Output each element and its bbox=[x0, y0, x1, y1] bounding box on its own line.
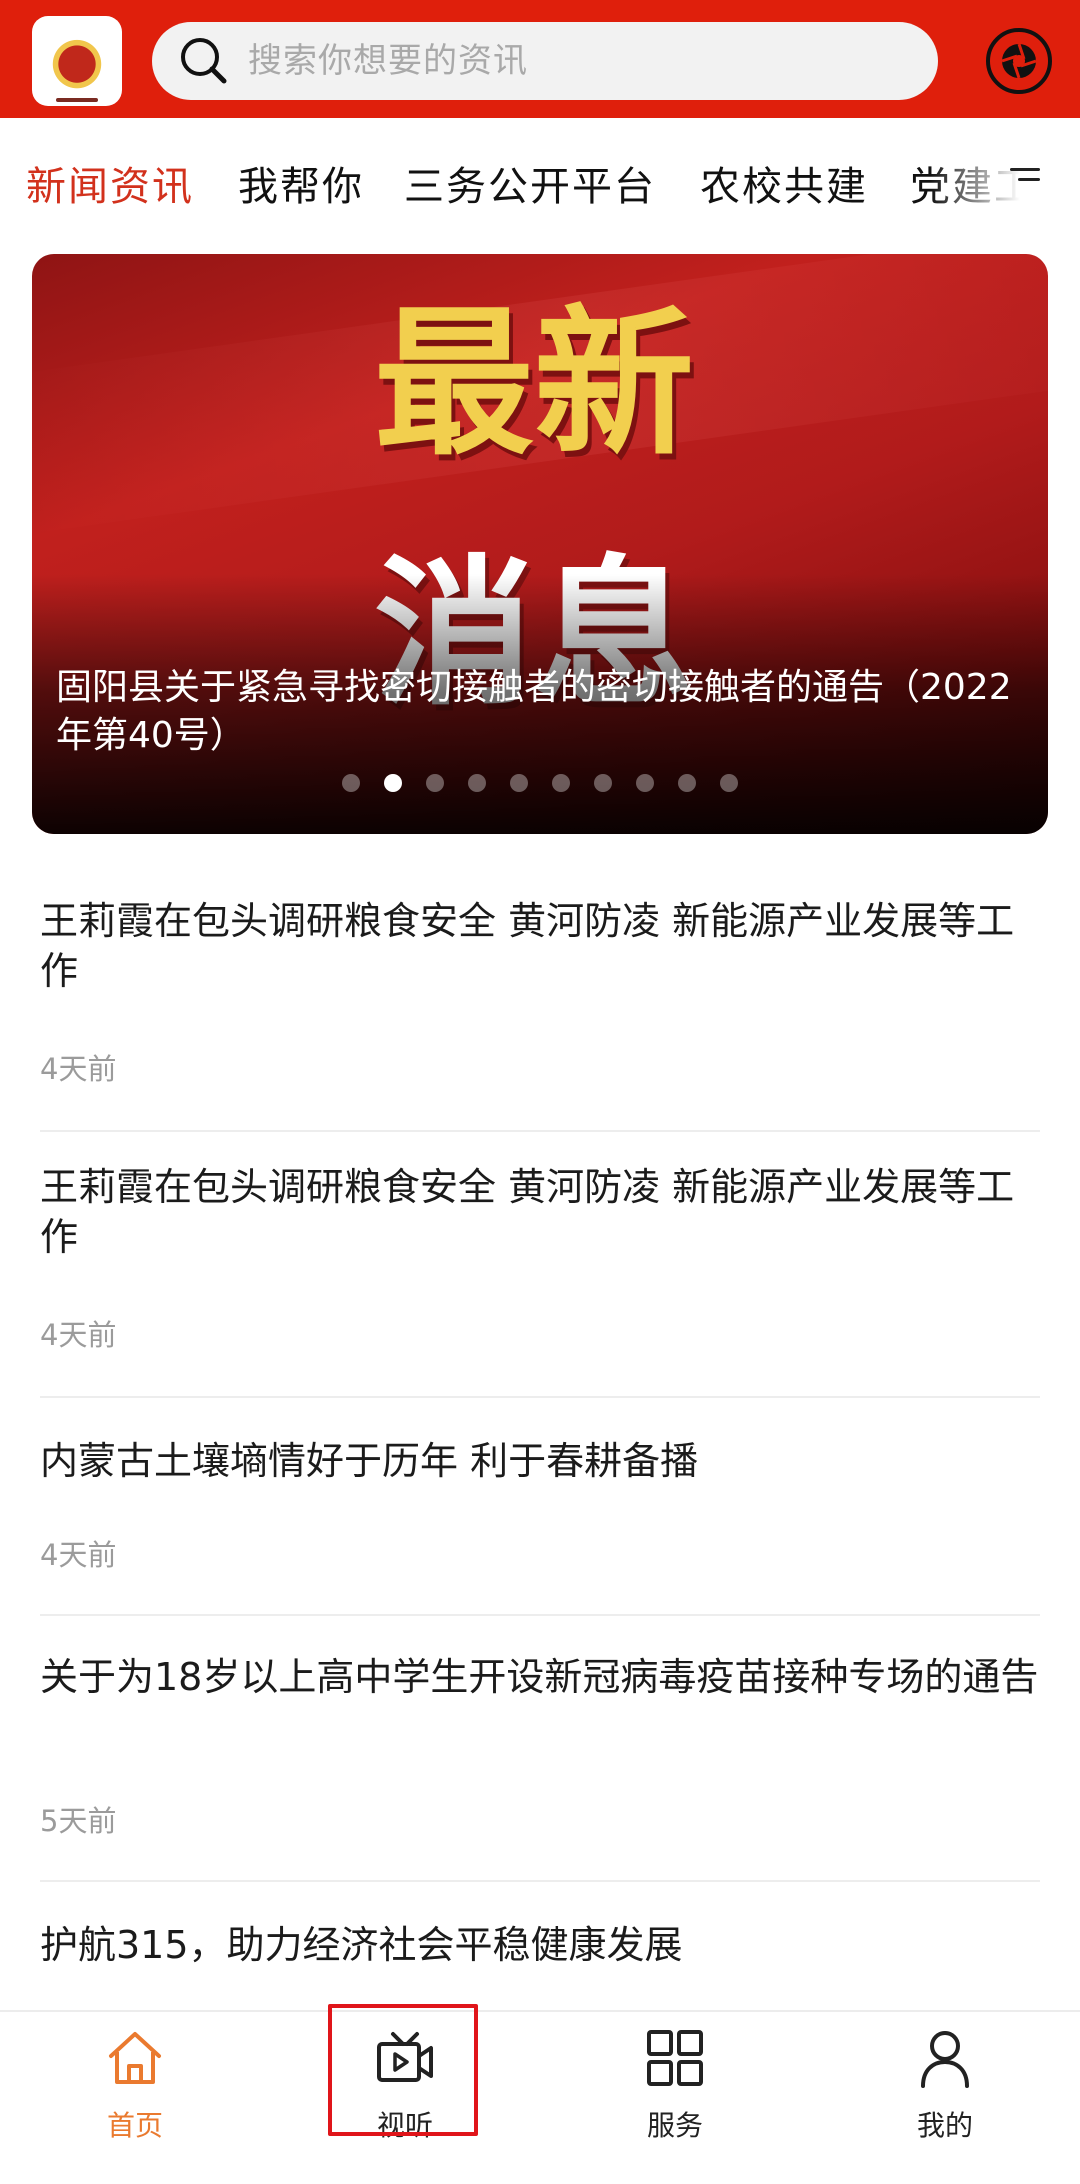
news-title[interactable]: 护航315，助力经济社会平稳健康发展 bbox=[40, 1920, 1040, 1970]
banner-caption[interactable]: 固阳县关于紧急寻找密切接触者的密切接触者的通告（2022年第40号） bbox=[56, 664, 1036, 760]
bottom-navigation: 首页 视听 服务 我的 bbox=[0, 2010, 1080, 2182]
carousel-dot[interactable] bbox=[678, 774, 696, 792]
tab-farm-school[interactable]: 农校共建 bbox=[700, 154, 868, 212]
category-tabs: 新闻资讯 我帮你 三务公开平台 农校共建 党建工 bbox=[0, 118, 1080, 238]
carousel-dot[interactable] bbox=[426, 774, 444, 792]
news-title[interactable]: 王莉霞在包头调研粮食安全 黄河防凌 新能源产业发展等工作 bbox=[40, 1162, 1040, 1262]
banner-headline-top: 最新 bbox=[374, 290, 695, 477]
home-icon bbox=[109, 2032, 161, 2084]
news-title[interactable]: 王莉霞在包头调研粮食安全 黄河防凌 新能源产业发展等工作 bbox=[40, 896, 1040, 996]
nav-audio-video[interactable]: 视听 bbox=[270, 2012, 540, 2184]
carousel-dot[interactable] bbox=[342, 774, 360, 792]
nav-services[interactable]: 服务 bbox=[540, 2012, 810, 2184]
nav-audio-video-label: 视听 bbox=[376, 2109, 433, 2142]
grid-apps-icon bbox=[647, 2030, 703, 2086]
news-title[interactable]: 内蒙古土壤墒情好于历年 利于春耕备播 bbox=[40, 1436, 1040, 1486]
news-time: 4天前 bbox=[40, 1052, 117, 1086]
search-icon bbox=[181, 38, 227, 84]
news-item[interactable]: 王莉霞在包头调研粮食安全 黄河防凌 新能源产业发展等工作 4天前 bbox=[40, 1162, 1040, 1398]
carousel-dot[interactable] bbox=[636, 774, 654, 792]
nav-home[interactable]: 首页 bbox=[0, 2012, 270, 2184]
menu-icon[interactable] bbox=[1010, 168, 1044, 192]
carousel-dot[interactable] bbox=[552, 774, 570, 792]
tab-news[interactable]: 新闻资讯 bbox=[26, 154, 194, 212]
user-icon bbox=[921, 2031, 969, 2088]
tab-public-affairs[interactable]: 三务公开平台 bbox=[404, 154, 656, 212]
carousel-dot[interactable] bbox=[384, 774, 402, 792]
carousel-dot[interactable] bbox=[720, 774, 738, 792]
news-item[interactable]: 王莉霞在包头调研粮食安全 黄河防凌 新能源产业发展等工作 4天前 bbox=[40, 896, 1040, 1132]
tab-help[interactable]: 我帮你 bbox=[238, 154, 364, 212]
news-time: 4天前 bbox=[40, 1538, 117, 1572]
news-item[interactable]: 关于为18岁以上高中学生开设新冠病毒疫苗接种专场的通告 5天前 bbox=[40, 1652, 1040, 1882]
tabs-fade bbox=[930, 118, 1080, 238]
news-item[interactable]: 护航315，助力经济社会平稳健康发展 bbox=[40, 1920, 1040, 2010]
search-bar[interactable]: 搜索你想要的资讯 bbox=[152, 22, 938, 100]
banner-carousel[interactable]: 最新 消息 固阳县关于紧急寻找密切接触者的密切接触者的通告（2022年第40号） bbox=[32, 254, 1048, 834]
news-time: 4天前 bbox=[40, 1318, 117, 1352]
search-input[interactable]: 搜索你想要的资讯 bbox=[248, 22, 528, 100]
app-logo-icon bbox=[46, 30, 108, 102]
news-time: 5天前 bbox=[40, 1804, 117, 1838]
app-header: 搜索你想要的资讯 bbox=[0, 0, 1080, 118]
nav-mine-label: 我的 bbox=[916, 2109, 973, 2142]
nav-mine[interactable]: 我的 bbox=[810, 2012, 1080, 2184]
app-logo[interactable] bbox=[32, 16, 122, 106]
carousel-dot[interactable] bbox=[510, 774, 528, 792]
news-item[interactable]: 内蒙古土壤墒情好于历年 利于春耕备播 4天前 bbox=[40, 1436, 1040, 1616]
camera-aperture-icon[interactable] bbox=[984, 26, 1054, 96]
carousel-dot[interactable] bbox=[594, 774, 612, 792]
carousel-dot[interactable] bbox=[468, 774, 486, 792]
nav-home-label: 首页 bbox=[106, 2109, 163, 2142]
news-title[interactable]: 关于为18岁以上高中学生开设新冠病毒疫苗接种专场的通告 bbox=[40, 1652, 1040, 1702]
carousel-indicator bbox=[32, 774, 1048, 804]
nav-services-label: 服务 bbox=[646, 2109, 703, 2142]
video-tv-icon bbox=[377, 2032, 433, 2082]
